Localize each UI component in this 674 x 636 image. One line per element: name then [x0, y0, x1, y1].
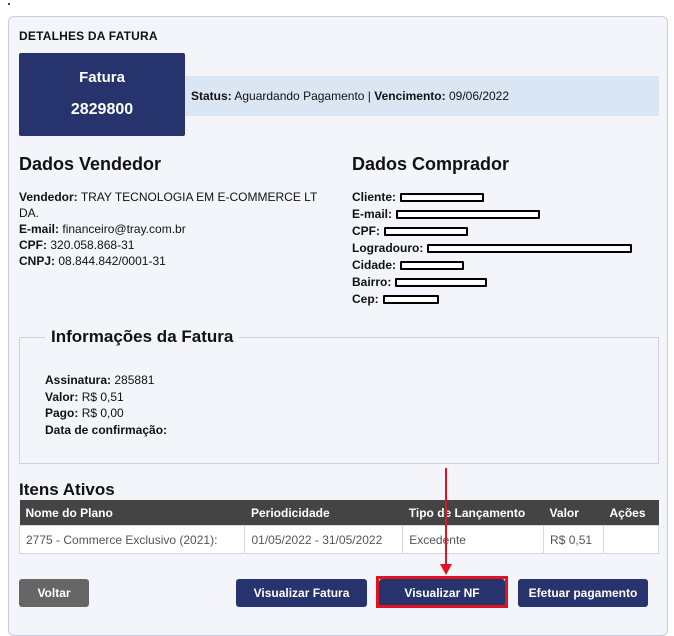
col-actions: Ações	[603, 500, 659, 526]
section-title: DETALHES DA FATURA	[19, 29, 158, 43]
redacted-email	[396, 210, 541, 220]
cell-value: R$ 0,51	[543, 525, 604, 554]
buyer-email-label: E-mail:	[352, 207, 393, 221]
seller-cpf-label: CPF:	[19, 238, 47, 252]
status-bar: Status: Aguardando Pagamento | Venciment…	[185, 76, 659, 116]
amount-value: R$ 0,51	[81, 389, 124, 404]
subscription-label: Assinatura:	[45, 373, 112, 387]
redacted-client	[400, 193, 485, 203]
buyer-row-city: Cidade:	[352, 257, 632, 274]
view-invoice-button[interactable]: Visualizar Fatura	[236, 579, 367, 607]
paid-value: R$ 0,00	[81, 406, 124, 420]
arrow-down-icon	[440, 564, 452, 575]
buyer-street-label: Logradouro:	[352, 241, 424, 255]
buyer-client-label: Cliente:	[352, 190, 397, 204]
buyer-city-label: Cidade:	[352, 258, 397, 272]
invoice-info-title: Informações da Fatura	[45, 327, 240, 347]
buyer-row-client: Cliente:	[352, 189, 632, 206]
info-row-paid: Pago: R$ 0,00	[45, 405, 167, 422]
col-period: Periodicidade	[244, 500, 403, 526]
due-value: 09/06/2022	[448, 89, 510, 103]
redacted-zip	[382, 295, 439, 305]
redacted-city	[400, 261, 465, 271]
buyer-info: Cliente: E-mail: CPF: Logradouro: Cidade…	[352, 189, 633, 308]
redacted-street	[427, 244, 633, 254]
col-value: Valor	[543, 500, 604, 526]
cell-period: 01/05/2022 - 31/05/2022	[244, 525, 404, 554]
col-entry-type: Tipo de Lançamento	[402, 500, 544, 526]
subscription-value: 285881	[114, 373, 155, 387]
status-label: Status:	[191, 89, 232, 103]
redacted-district	[395, 278, 488, 288]
highlight-box	[376, 576, 508, 608]
col-plan-name: Nome do Plano	[19, 500, 245, 526]
seller-vendor-value-cont: DA.	[19, 206, 40, 220]
seller-info: Vendedor: TRAY TECNOLOGIA EM E-COMMERCE …	[19, 189, 329, 269]
status-separator: |	[367, 89, 371, 103]
info-row-subscription: Assinatura: 285881	[45, 372, 167, 389]
items-table: Nome do Plano Periodicidade Tipo de Lanç…	[18, 500, 660, 554]
buyer-row-district: Bairro:	[352, 274, 632, 291]
seller-title: Dados Vendedor	[19, 154, 162, 174]
invoice-number-box: Fatura 2829800	[19, 53, 185, 136]
status-value: Aguardando Pagamento	[234, 89, 365, 103]
buyer-zip-label: Cep:	[352, 292, 379, 306]
seller-vendor-label: Vendedor:	[19, 190, 78, 204]
seller-row-cnpj: CNPJ: 08.844.842/0001-31	[19, 253, 329, 269]
seller-row-email: E-mail: financeiro@tray.com.br	[19, 221, 329, 237]
buyer-district-label: Bairro:	[352, 275, 392, 289]
seller-vendor-value: TRAY TECNOLOGIA EM E-COMMERCE LT	[80, 190, 318, 204]
buyer-title: Dados Comprador	[352, 154, 510, 174]
table-row: 2775 - Commerce Exclusivo (2021): 01/05/…	[18, 525, 660, 554]
seller-row-vendor: Vendedor: TRAY TECNOLOGIA EM E-COMMERCE …	[19, 189, 329, 205]
back-button[interactable]: Voltar	[19, 579, 89, 607]
cell-actions	[602, 525, 660, 554]
invoice-number: 2829800	[70, 101, 134, 118]
buyer-row-cpf: CPF:	[352, 223, 632, 240]
amount-label: Valor:	[45, 389, 79, 404]
items-title: Itens Ativos	[19, 480, 115, 499]
invoice-label: Fatura	[79, 69, 125, 86]
cell-entry-type: Excedente	[402, 525, 545, 554]
seller-row-cpf: CPF: 320.058.868-31	[19, 237, 329, 253]
seller-cnpj-label: CNPJ:	[19, 254, 56, 268]
due-label: Vencimento:	[374, 89, 446, 103]
info-row-amount: Valor: R$ 0,51	[45, 389, 167, 406]
seller-email-value: financeiro@tray.com.br	[62, 222, 186, 236]
items-header-row: Nome do Plano Periodicidade Tipo de Lanç…	[19, 500, 659, 526]
paid-label: Pago:	[45, 406, 79, 420]
stray-dot	[8, 3, 10, 5]
redacted-cpf	[384, 227, 468, 237]
invoice-info-list: Assinatura: 285881 Valor: R$ 0,51 Pago: …	[45, 372, 167, 438]
confirmation-label: Data de confirmação:	[45, 422, 168, 437]
seller-email-label: E-mail:	[19, 222, 60, 236]
buyer-row-street: Logradouro:	[352, 240, 633, 257]
annotation-arrow-line	[445, 468, 447, 567]
buyer-row-email: E-mail:	[352, 206, 632, 223]
info-row-confirmation: Data de confirmação:	[45, 422, 167, 439]
cell-plan-name: 2775 - Commerce Exclusivo (2021):	[18, 525, 246, 554]
pay-button[interactable]: Efetuar pagamento	[518, 579, 648, 607]
seller-cpf-value: 320.058.868-31	[50, 238, 135, 252]
seller-cnpj-value: 08.844.842/0001-31	[58, 254, 166, 268]
seller-row-vendor-cont: DA.	[19, 205, 329, 221]
buyer-cpf-label: CPF:	[352, 224, 380, 238]
buyer-row-zip: Cep:	[352, 291, 632, 308]
